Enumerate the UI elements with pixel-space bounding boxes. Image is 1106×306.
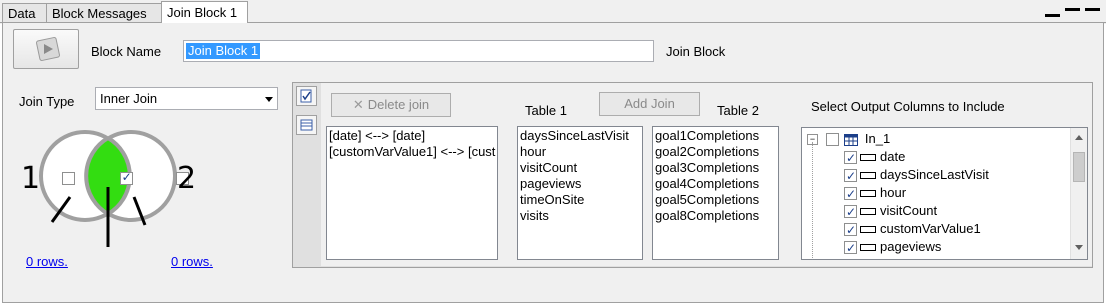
venn-left-checkbox[interactable] (62, 172, 75, 186)
column-checkbox[interactable] (844, 185, 857, 203)
output-columns-header: Select Output Columns to Include (811, 99, 1005, 114)
tab-block-messages[interactable]: Block Messages (46, 3, 162, 22)
tree-scrollbar[interactable] (1070, 128, 1087, 259)
restore-icon[interactable] (1065, 8, 1080, 11)
column-checkbox[interactable] (844, 221, 857, 239)
block-name-input[interactable]: Join Block 1 (183, 40, 654, 62)
tab-data[interactable]: Data (2, 3, 47, 22)
list-item[interactable]: goal4Completions (655, 176, 776, 192)
list-item[interactable]: pageviews (520, 176, 640, 192)
column-checkbox[interactable] (844, 167, 857, 185)
tree-item-hour[interactable]: hour (844, 184, 906, 203)
close-icon: ✕ (352, 97, 364, 112)
scroll-down-icon[interactable] (1075, 245, 1083, 250)
list-item[interactable]: goal3Completions (655, 160, 776, 176)
list-item[interactable]: [date] <--> [date] (329, 128, 495, 144)
venn-label-left: 1 (21, 161, 41, 196)
tree-item-customvarvalue1[interactable]: customVarValue1 (844, 220, 981, 239)
joins-list[interactable]: [date] <--> [date] [customVarValue1] <--… (326, 126, 498, 260)
tree-guide-line (812, 142, 814, 259)
minimize-icon[interactable] (1045, 14, 1060, 17)
venn-inner-checkbox[interactable] (119, 170, 133, 186)
scroll-up-icon[interactable] (1075, 135, 1083, 140)
left-rows-link[interactable]: 0 rows. (26, 254, 68, 269)
tree-item-pageviews[interactable]: pageviews (844, 238, 941, 257)
list-item[interactable]: [customVarValue1] <--> [cust (329, 144, 495, 160)
venn-label-right: 2 (177, 161, 197, 196)
list-item[interactable]: goal5Completions (655, 192, 776, 208)
check-list-icon[interactable] (296, 86, 317, 106)
block-type-label: Join Block (666, 44, 726, 59)
list-item[interactable]: goal2Completions (655, 144, 776, 160)
table2-header: Table 2 (717, 103, 759, 118)
add-join-button[interactable]: Add Join (599, 92, 700, 116)
column-checkbox[interactable] (844, 149, 857, 167)
block-name-value: Join Block 1 (186, 43, 261, 59)
list-item[interactable]: visits (520, 208, 640, 224)
list-item[interactable]: daysSinceLastVisit (520, 128, 640, 144)
join-type-label: Join Type (19, 94, 75, 109)
table2-columns-list[interactable]: goal1Completions goal2Completions goal3C… (652, 126, 779, 260)
column-icon (860, 244, 876, 252)
column-checkbox[interactable] (844, 239, 857, 257)
column-icon (860, 208, 876, 216)
list-item[interactable]: goal1Completions (655, 128, 776, 144)
table-icon (844, 133, 859, 146)
root-checkbox[interactable] (825, 133, 839, 147)
column-icon (860, 226, 876, 234)
list-item[interactable]: goal8Completions (655, 208, 776, 224)
tree-item-visitcount[interactable]: visitCount (844, 202, 937, 221)
play-icon (36, 37, 60, 61)
scroll-thumb[interactable] (1073, 152, 1085, 182)
tree-item-date[interactable]: date (844, 148, 905, 167)
join-type-value: Inner Join (100, 91, 158, 106)
maximize-icon[interactable] (1085, 8, 1100, 11)
tree-root[interactable]: − In_1 (807, 130, 890, 148)
block-name-label: Block Name (91, 44, 162, 59)
join-type-select[interactable]: Inner Join (95, 87, 278, 110)
block-icon-button[interactable] (13, 29, 79, 69)
table1-columns-list[interactable]: daysSinceLastVisit hour visitCount pagev… (517, 126, 643, 260)
table-view-icon[interactable] (296, 115, 317, 135)
column-icon (860, 154, 876, 162)
list-item[interactable]: visitCount (520, 160, 640, 176)
column-checkbox[interactable] (844, 203, 857, 221)
tab-join-block-1[interactable]: Join Block 1 (161, 1, 248, 23)
chevron-down-icon (265, 97, 273, 102)
list-item[interactable]: hour (520, 144, 640, 160)
column-icon (860, 172, 876, 180)
column-icon (860, 190, 876, 198)
output-columns-tree[interactable]: − In_1 date daysSinceLastVisit hour visi… (801, 127, 1088, 260)
list-item[interactable]: timeOnSite (520, 192, 640, 208)
table1-header: Table 1 (525, 103, 567, 118)
delete-join-button[interactable]: ✕ Delete join (331, 93, 451, 117)
right-rows-link[interactable]: 0 rows. (171, 254, 213, 269)
tree-item-dayssincelastvisit[interactable]: daysSinceLastVisit (844, 166, 989, 185)
